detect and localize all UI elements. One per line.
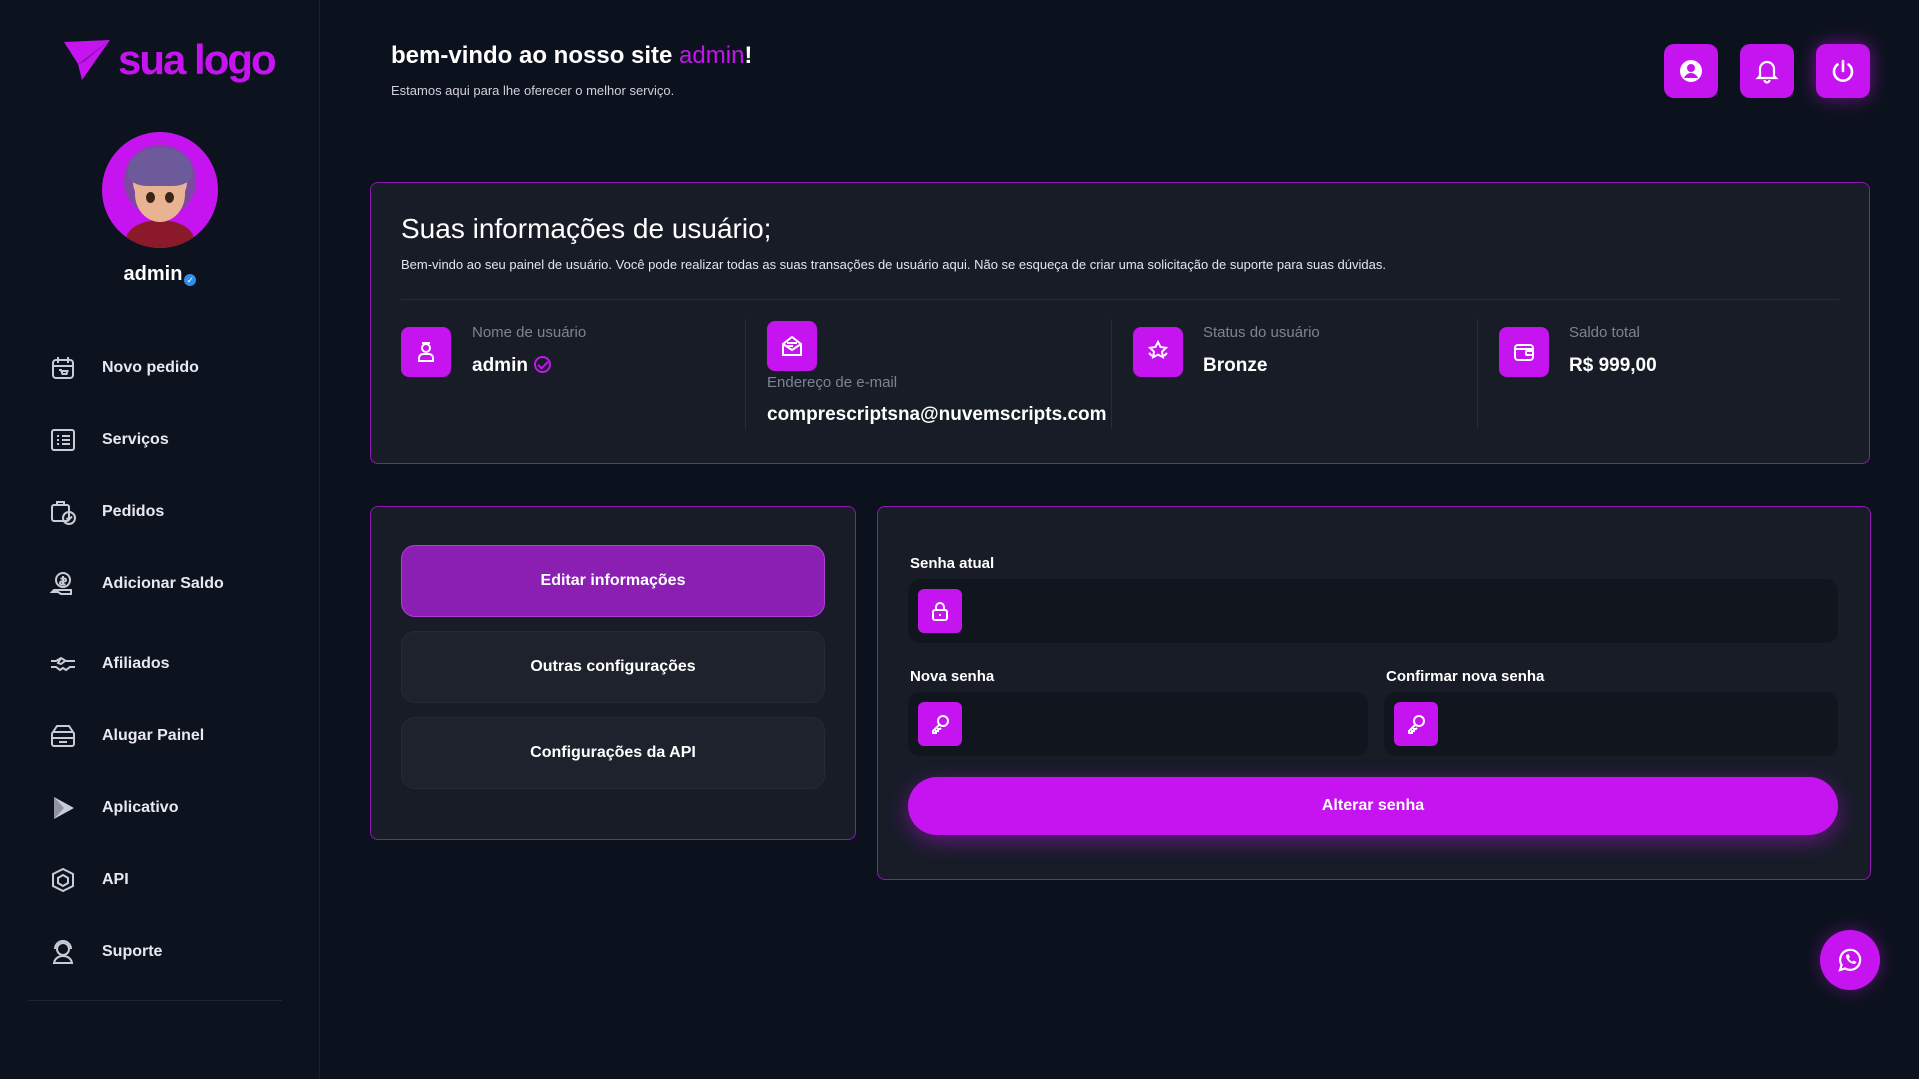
sidebar-item-label: Suporte [102,943,163,960]
sidebar-item-label: Adicionar Saldo [102,575,224,592]
sidebar: sua logo admin ✓ Novo pedido Serviços Pe… [0,0,320,1079]
money-hand-icon [48,569,78,599]
sidebar-item-label: API [102,871,129,888]
sidebar-nav: Novo pedido Serviços Pedidos Adicionar S… [48,350,288,1006]
panel-icon [48,721,78,751]
mail-open-icon [767,321,817,371]
new-password-label: Nova senha [910,668,995,685]
logout-button[interactable] [1816,44,1870,98]
sidebar-username: admin ✓ [0,263,320,286]
api-settings-button[interactable]: Configurações da API [401,717,825,789]
key-icon [1394,702,1438,746]
column-divider [745,319,746,429]
power-icon [1832,59,1854,82]
sidebar-item-afiliados[interactable]: Afiliados [48,646,288,682]
sidebar-item-label: Serviços [102,431,169,448]
user-info-description: Bem-vindo ao seu painel de usuário. Você… [401,257,1386,272]
sidebar-item-novo-pedido[interactable]: Novo pedido [48,350,288,386]
sidebar-item-label: Afiliados [102,655,170,672]
avatar-hair [128,148,192,186]
user-info-card: Suas informações de usuário; Bem-vindo a… [370,182,1870,464]
api-cube-icon [48,865,78,895]
sidebar-item-label: Pedidos [102,503,165,520]
key-icon [918,702,962,746]
sidebar-item-aplicativo[interactable]: Aplicativo [48,790,288,826]
title-prefix: bem-vindo ao nosso site [391,42,680,69]
username-label: Nome de usuário [472,324,587,341]
logo[interactable]: sua logo [62,36,277,84]
info-divider [401,299,1839,300]
confirm-password-field[interactable] [1384,692,1838,756]
sidebar-item-suporte[interactable]: Suporte [48,934,288,970]
title-suffix: ! [744,42,753,69]
play-icon [48,793,78,823]
calendar-cart-icon [48,353,78,383]
user-circle-icon [1680,60,1702,82]
profile-button[interactable] [1664,44,1718,98]
page-subtitle: Estamos aqui para lhe oferecer o melhor … [391,83,675,98]
wallet-icon [1499,327,1549,377]
other-settings-button[interactable]: Outras configurações [401,631,825,703]
paper-plane-icon [64,40,110,80]
support-icon [48,937,78,967]
avatar-eye [146,192,155,203]
username-value-text: admin [472,355,528,376]
current-password-field[interactable] [908,579,1838,643]
balance-value: R$ 999,00 [1569,355,1657,376]
star-badge-icon [1133,327,1183,377]
page-title: bem-vindo ao nosso site admin! [391,42,752,70]
user-badge-icon [401,327,451,377]
notifications-button[interactable] [1740,44,1794,98]
confirm-password-label: Confirmar nova senha [1386,668,1545,685]
balance-label: Saldo total [1569,324,1640,341]
change-password-button[interactable]: Alterar senha [908,777,1838,835]
user-info-title: Suas informações de usuário; [401,213,772,244]
orders-check-icon [48,497,78,527]
sidebar-item-label: Alugar Painel [102,727,205,744]
avatar[interactable] [102,132,218,248]
edit-info-button[interactable]: Editar informações [401,545,825,617]
new-password-input[interactable] [976,706,1354,742]
column-divider [1111,319,1112,429]
whatsapp-icon [1838,948,1862,972]
title-user: admin [679,42,745,69]
sidebar-item-alugar-painel[interactable]: Alugar Painel [48,718,288,754]
email-value: comprescriptsna@nuvemscripts.com [767,404,1107,425]
current-password-input[interactable] [976,593,1824,629]
current-password-label: Senha atual [910,555,995,572]
avatar-eye [165,192,174,203]
new-password-field[interactable] [908,692,1368,756]
column-divider [1477,319,1478,429]
whatsapp-button[interactable] [1820,930,1880,990]
email-label: Endereço de e-mail [767,374,898,391]
sidebar-item-api[interactable]: API [48,862,288,898]
password-form-card: Senha atual Nova senha Confirmar nova se… [877,506,1871,880]
sidebar-item-pedidos[interactable]: Pedidos [48,494,288,530]
sidebar-item-adicionar-saldo[interactable]: Adicionar Saldo [48,566,288,602]
sidebar-item-servicos[interactable]: Serviços [48,422,288,458]
bell-icon [1755,60,1779,84]
settings-menu-card: Editar informações Outras configurações … [370,506,856,840]
list-icon [48,425,78,455]
logo-text: sua logo [118,36,277,83]
lock-icon [918,589,962,633]
username-value: admin [472,355,551,377]
username-text: admin [123,263,183,285]
sidebar-item-label: Novo pedido [102,359,199,376]
avatar-shirt [126,220,194,248]
sidebar-item-label: Aplicativo [102,799,179,816]
verified-check-icon [533,356,551,373]
sidebar-divider [28,1000,282,1001]
verified-badge-icon: ✓ [184,274,197,286]
status-value: Bronze [1203,355,1268,376]
status-label: Status do usuário [1203,324,1320,341]
confirm-password-input[interactable] [1452,706,1824,742]
handshake-icon [48,649,78,679]
